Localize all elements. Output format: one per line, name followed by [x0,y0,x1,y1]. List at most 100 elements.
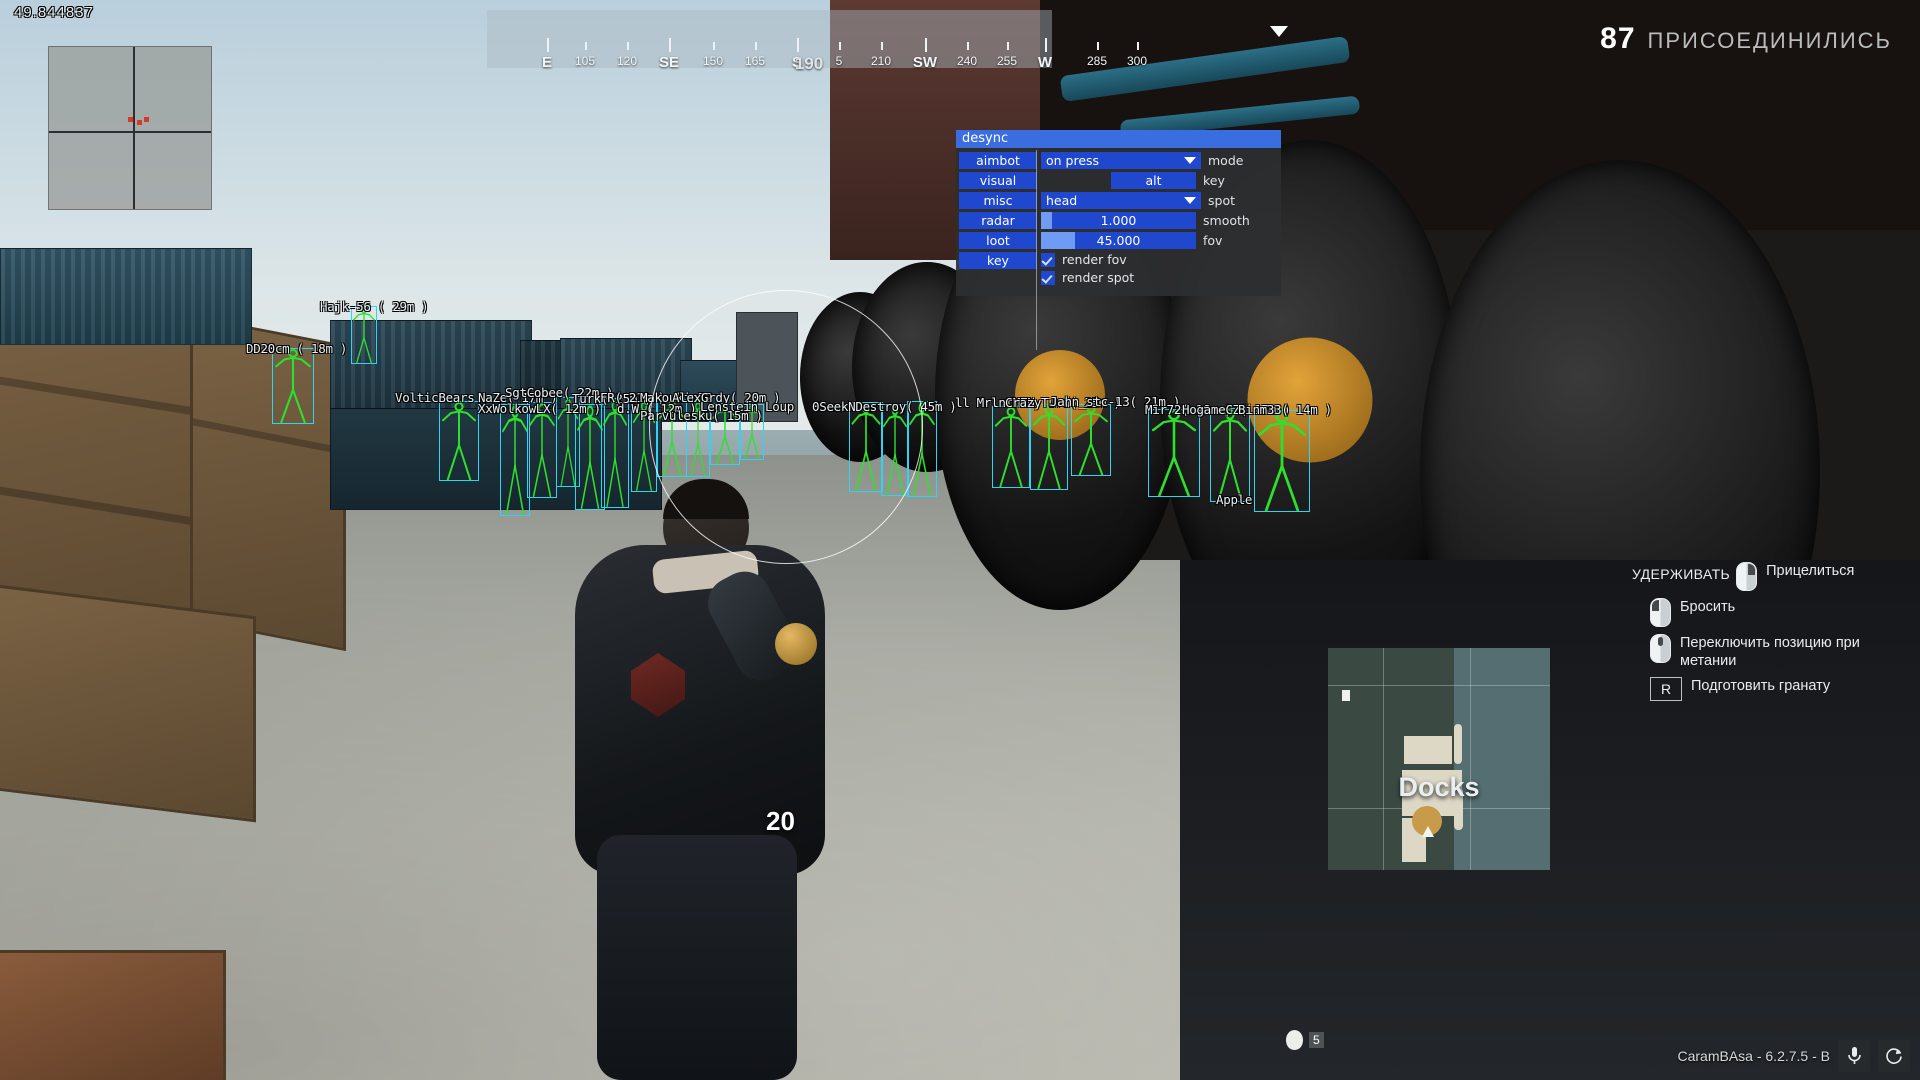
checkbox-row[interactable]: render spot [1041,270,1281,285]
slider-smooth[interactable]: 1.000 [1041,212,1196,229]
menu-tab-loot[interactable]: loot [959,232,1037,249]
mouse-right-icon [1736,562,1758,591]
radar-enemy-dot [137,120,142,125]
joined-count: 87 [1600,22,1636,55]
compass-tick [669,38,671,52]
menu-row-mode: on press mode [1041,152,1281,169]
minimap-player-arrow [1422,826,1434,837]
chevron-down-icon [1184,197,1196,204]
compass-tick [547,38,549,52]
dropdown-mode[interactable]: on press [1041,152,1201,169]
menu-tab-visual[interactable]: visual [959,172,1037,189]
esp-skeleton [1148,409,1200,497]
minimap-building [1404,736,1452,764]
dropdown-spot[interactable]: head [1041,192,1201,209]
version-text: CaramBAsa - 6.2.7.5 - B [1677,1048,1830,1064]
esp-skeleton [1030,404,1068,490]
menu-row-smooth: 1.000 smooth [1041,212,1281,229]
compass-label: 240 [956,54,978,68]
esp-skeleton [1071,404,1111,476]
minimap[interactable] [1328,648,1550,870]
control-hints: УДЕРЖИВАТЬ Прицелиться Бросить Переключить … [1632,562,1892,708]
menu-row-key: alt key [1041,172,1281,189]
esp-skeleton [439,401,479,481]
compass-tick [1097,42,1099,50]
menu-tab-aimbot[interactable]: aimbot [959,152,1037,169]
refresh-icon[interactable] [1878,1040,1910,1072]
location-name: Docks [1398,772,1480,802]
control-hint: УДЕРЖИВАТЬ Прицелиться [1632,562,1892,591]
esp-name-tag: VolticBears [395,390,475,405]
esp-skeleton [1210,408,1250,502]
menu-tab-list[interactable]: aimbot visual misc radar loot key [956,152,1037,288]
checkbox-render-spot[interactable] [1041,270,1055,285]
joined-label: ПРИСОЕДИНИЛИСЬ [1647,28,1892,53]
status-bar: CaramBAsa - 6.2.7.5 - B [1677,1040,1910,1072]
slider-fill [1041,232,1076,249]
mouse-middle-icon [1650,634,1671,663]
menu-control-list[interactable]: on press mode alt key head spot 1.000 smooth 45.… [1037,152,1281,288]
menu-tab-key[interactable]: key [959,252,1037,269]
hint-text: Прицелиться [1766,563,1855,579]
hint-text: Бросить [1680,599,1736,615]
minimap-marker [1342,690,1350,701]
grenade-icon [1286,1030,1303,1050]
control-label-spot: spot [1208,193,1235,208]
minimap-water [1454,648,1550,870]
slider-fov[interactable]: 45.000 [1041,232,1196,249]
radar-vertical-line [133,47,135,209]
minimap-grid-line [1328,685,1550,686]
wooden-crate [0,583,256,823]
compass-tick [1045,38,1047,52]
microphone-icon[interactable] [1838,1040,1870,1072]
compass-tick [1007,42,1009,50]
hold-label: УДЕРЖИВАТЬ [1632,566,1731,582]
checkbox-render-fov[interactable] [1041,252,1055,267]
compass-heading-caret [1270,26,1288,37]
checkbox-label: render fov [1062,252,1127,267]
compass-tick [627,42,629,50]
esp-skeleton [500,404,530,516]
wooden-crate [190,314,346,652]
radar-horizontal-line [49,131,211,133]
compass-tick [713,42,715,50]
minimap-pier [1454,724,1462,764]
key-icon: R [1650,677,1682,701]
compass-label: 165 [744,54,766,68]
compass-label: 105 [574,54,596,68]
compass-tick [797,38,799,52]
player-grenade [775,623,817,665]
mouse-left-icon [1650,598,1671,627]
compass-tick [755,42,757,50]
game-screen: Hajk-56 ( 29m ) DD20cm ( 18m ) VolticBears… [0,0,1920,1080]
minimap-grid-line [1470,648,1471,870]
esp-name-tag: DD20cm ( 18m ) [246,341,348,356]
coordinate-readout: 49.844837 [14,4,94,21]
esp-skeleton [1254,410,1310,512]
compass-current-heading: 190 [794,54,824,73]
grenade-slot[interactable]: 5 [1286,1030,1324,1050]
joined-counter: 87 ПРИСОЕДИНИЛИСЬ [1600,22,1892,56]
menu-tab-misc[interactable]: misc [959,192,1037,209]
radar-box [48,46,212,210]
shipping-container [0,248,252,345]
menu-title: desync [956,130,1281,148]
esp-skeleton [527,402,557,498]
radar-enemy-dot [128,117,133,122]
control-hint: Переключить позицию при метании [1650,634,1892,670]
radar-enemy-dot [144,117,149,122]
compass-label: 5 [835,54,843,68]
compass-tick [1137,42,1139,50]
esp-skeleton [272,348,314,424]
player-legs [597,835,797,1080]
compass-label: 285 [1086,54,1108,68]
compass-tick [585,42,587,50]
hint-text: Подготовить гранату [1691,678,1831,694]
ammo-counter: 20 [766,806,795,836]
esp-name-tag: Hajk-56 ( 29m ) [320,299,429,314]
cheat-menu-panel[interactable]: desync aimbot visual misc radar loot key on p… [956,130,1281,296]
control-label-fov: fov [1203,233,1223,248]
keybind-key[interactable]: alt [1111,172,1196,189]
checkbox-row[interactable]: render fov [1041,252,1281,267]
menu-tab-radar[interactable]: radar [959,212,1037,229]
